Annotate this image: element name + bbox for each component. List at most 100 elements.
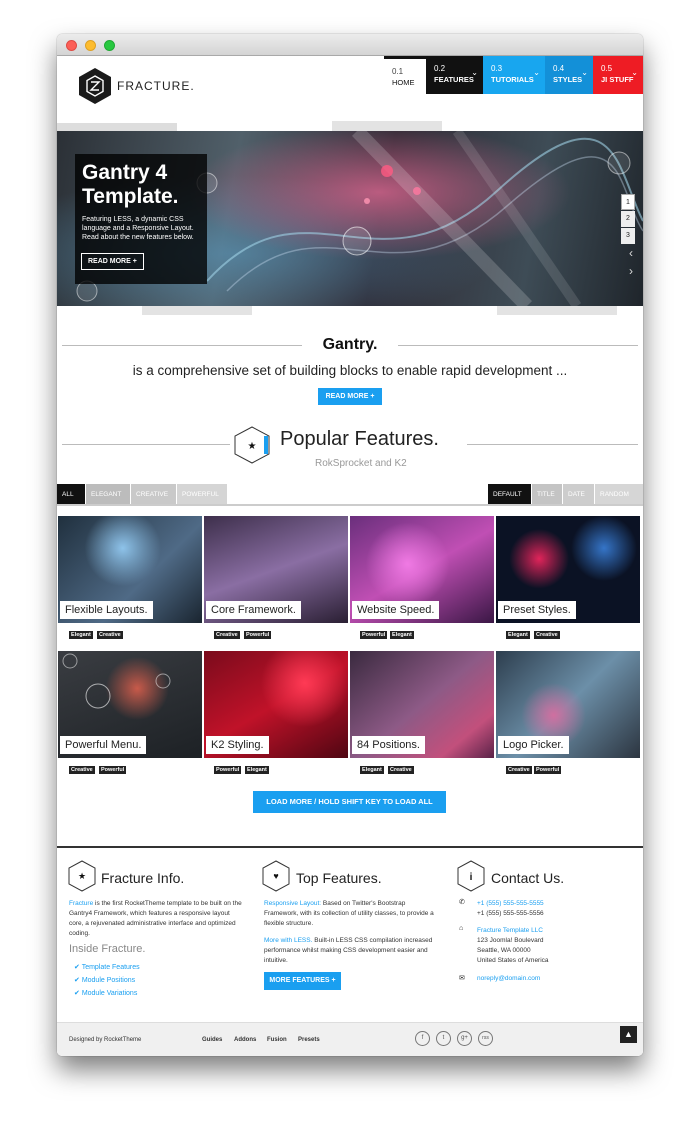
filter-creative[interactable]: CREATIVE <box>131 484 176 504</box>
nav-tutorials[interactable]: 0.3 TUTORIALS ⌄ <box>483 56 545 94</box>
home-icon: ⌂ <box>459 925 464 932</box>
sort-default[interactable]: DEFAULT <box>488 484 531 504</box>
fracture-logo-icon[interactable] <box>78 67 112 105</box>
contact-company[interactable]: Fracture Template LLC <box>477 926 543 936</box>
tile-label: Preset Styles. <box>498 601 576 619</box>
feature-tile[interactable]: Core Framework. <box>204 516 348 623</box>
inside-fracture-title: Inside Fracture. <box>69 943 146 955</box>
filter-bar-line <box>57 504 643 506</box>
hero-text: Featuring LESS, a dynamic CSS language a… <box>82 216 194 241</box>
maximize-window-button[interactable] <box>104 40 115 51</box>
hero-title-line-1: Gantry 4 <box>82 161 168 184</box>
more-with-less-link[interactable]: More with LESS. <box>264 937 312 944</box>
slide-prev-arrow-icon[interactable]: ‹ <box>629 246 633 260</box>
more-features-button[interactable]: MORE FEATURES + <box>264 972 341 990</box>
facebook-icon[interactable]: f <box>415 1031 430 1046</box>
filter-powerful[interactable]: POWERFUL <box>177 484 227 504</box>
tile-tag[interactable]: Powerful <box>244 631 272 639</box>
filter-all[interactable]: ALL <box>57 484 85 504</box>
slide-page-1[interactable]: 1 <box>621 194 635 210</box>
feature-tile[interactable]: Flexible Layouts. <box>58 516 202 623</box>
minimize-window-button[interactable] <box>85 40 96 51</box>
sort-date[interactable]: DATE <box>563 484 594 504</box>
svg-text:★: ★ <box>78 871 86 881</box>
nav-styles[interactable]: 0.4 STYLES ⌄ <box>545 56 593 94</box>
divider-line <box>62 444 230 445</box>
bottom-link-addons[interactable]: Addons <box>234 1037 256 1043</box>
tile-tag[interactable]: Powerful <box>534 766 562 774</box>
contact-phone-2: +1 (555) 555-555-5556 <box>477 910 544 917</box>
nav-ji-stuff[interactable]: 0.5 JI STUFF ⌄ <box>593 56 643 94</box>
back-to-top-button[interactable]: ▲ <box>620 1026 637 1043</box>
footer-link-module-variations[interactable]: ✔ Module Variations <box>74 989 137 997</box>
hero-image: Gantry 4 Template. Featuring LESS, a dyn… <box>57 126 643 311</box>
bottom-link-presets[interactable]: Presets <box>298 1037 320 1043</box>
browser-window: FRACTURE. 0.1 HOME 0.2 FEATURES ⌄ 0.3 TU… <box>57 34 643 1056</box>
filter-elegant[interactable]: ELEGANT <box>86 484 130 504</box>
footer-info-title: Fracture Info. <box>101 870 185 886</box>
load-more-button[interactable]: LOAD MORE / HOLD SHIFT KEY TO LOAD ALL <box>253 791 446 813</box>
feature-tile[interactable]: K2 Styling. <box>204 651 348 758</box>
tile-tag[interactable]: Elegant <box>245 766 269 774</box>
google-plus-icon[interactable]: g+ <box>457 1031 472 1046</box>
tile-tag[interactable]: Creative <box>388 766 414 774</box>
footer-features-title: Top Features. <box>296 870 382 886</box>
nav-features[interactable]: 0.2 FEATURES ⌄ <box>426 56 483 94</box>
tile-tag[interactable]: Creative <box>534 631 560 639</box>
tile-tag[interactable]: Creative <box>506 766 532 774</box>
tile-tag[interactable]: Elegant <box>360 766 384 774</box>
close-window-button[interactable] <box>66 40 77 51</box>
tile-tag[interactable]: Creative <box>69 766 95 774</box>
svg-text:♥: ♥ <box>273 871 278 881</box>
tile-tag[interactable]: Powerful <box>360 631 388 639</box>
bottom-link-guides[interactable]: Guides <box>202 1037 222 1043</box>
tile-tag[interactable]: Creative <box>97 631 123 639</box>
footer-link-template-features[interactable]: ✔ Template Features <box>74 963 140 971</box>
feature-tile[interactable]: Logo Picker. <box>496 651 640 758</box>
nav-number: 0.3 <box>491 64 503 73</box>
tile-label: K2 Styling. <box>206 736 269 754</box>
sort-title[interactable]: TITLE <box>532 484 562 504</box>
responsive-layout-link[interactable]: Responsive Layout: <box>264 900 321 907</box>
gantry-read-more-button[interactable]: READ MORE + <box>318 388 382 405</box>
hero-read-more-button[interactable]: READ MORE + <box>81 253 144 270</box>
tile-tag[interactable]: Creative <box>214 631 240 639</box>
gantry-read-more-label: READ MORE <box>325 393 369 400</box>
feature-tile[interactable]: Powerful Menu. <box>58 651 202 758</box>
brand-name[interactable]: FRACTURE. <box>117 79 195 93</box>
sort-random[interactable]: RANDOM <box>595 484 643 504</box>
window-titlebar <box>57 34 643 56</box>
footer-link-label: Template Features <box>81 964 140 971</box>
footer-features-p2: More with LESS. Built-in LESS CSS compil… <box>264 936 439 966</box>
tile-tag[interactable]: Elegant <box>506 631 530 639</box>
tile-tag[interactable]: Elegant <box>390 631 414 639</box>
footer-link-module-positions[interactable]: ✔ Module Positions <box>74 976 135 984</box>
tile-tag[interactable]: Elegant <box>69 631 93 639</box>
feature-tile[interactable]: Preset Styles. <box>496 516 640 623</box>
hero-read-more-label: READ MORE <box>88 258 131 265</box>
tile-tag[interactable]: Powerful <box>99 766 127 774</box>
tile-tag[interactable]: Powerful <box>214 766 242 774</box>
contact-address-2: Seattle, WA 00000 <box>477 947 531 954</box>
twitter-icon[interactable]: t <box>436 1031 451 1046</box>
slide-next-arrow-icon[interactable]: › <box>629 264 633 278</box>
contact-phone-1[interactable]: +1 (555) 555-555-5555 <box>477 899 544 909</box>
tile-label: Core Framework. <box>206 601 301 619</box>
rss-icon[interactable]: rss <box>478 1031 493 1046</box>
contact-address-3: United States of America <box>477 957 549 964</box>
bottom-link-fusion[interactable]: Fusion <box>267 1037 287 1043</box>
feature-tile[interactable]: 84 Positions. <box>350 651 494 758</box>
fracture-link[interactable]: Fracture <box>69 900 93 907</box>
divider-line <box>467 444 638 445</box>
footer-link-label: Module Variations <box>81 990 138 997</box>
contact-email[interactable]: noreply@domain.com <box>477 974 540 984</box>
nav-home[interactable]: 0.1 HOME <box>384 56 426 94</box>
slide-page-2[interactable]: 2 <box>621 211 635 227</box>
hero-title-line-2: Template. <box>82 185 179 208</box>
footer-info-text: Fracture is the first RocketTheme templa… <box>69 899 244 939</box>
plus-icon: + <box>370 393 375 400</box>
hero-slider: Gantry 4 Template. Featuring LESS, a dyn… <box>57 121 643 317</box>
footer-info-body: is the first RocketTheme template to be … <box>69 900 242 937</box>
feature-tile[interactable]: Website Speed. <box>350 516 494 623</box>
slide-page-3[interactable]: 3 <box>621 228 635 244</box>
